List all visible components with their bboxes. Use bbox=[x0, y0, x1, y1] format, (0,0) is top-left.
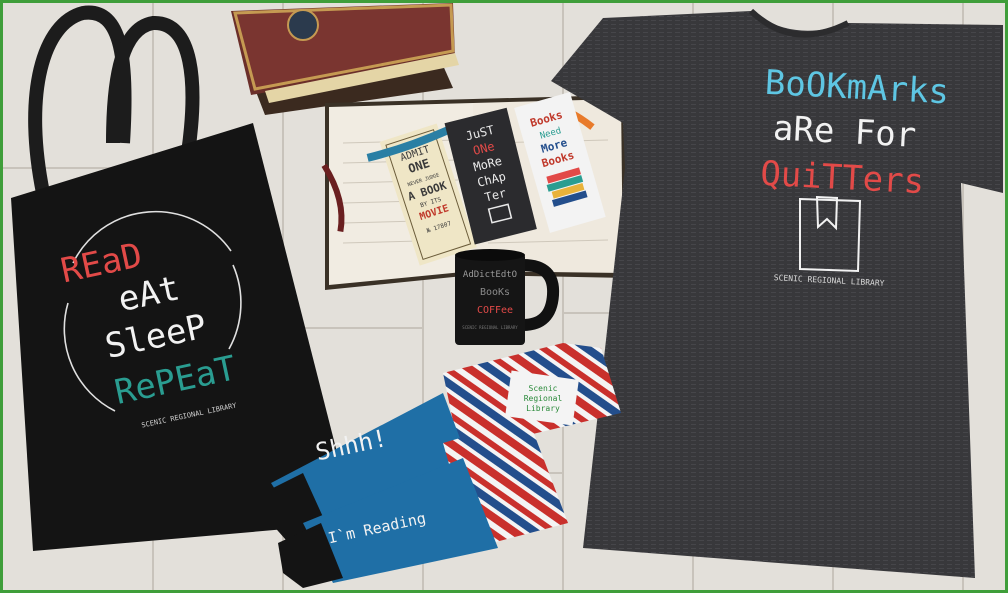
svg-text:QuiTTers: QuiTTers bbox=[759, 154, 925, 203]
svg-text:COFFee: COFFee bbox=[477, 305, 513, 316]
product-photo: ADMIT ONE NEVER JUDGE A BOOK BY ITS MOVI… bbox=[3, 3, 1005, 590]
photo-frame: ADMIT ONE NEVER JUDGE A BOOK BY ITS MOVI… bbox=[0, 0, 1008, 593]
svg-text:BooKs: BooKs bbox=[480, 287, 510, 298]
svg-text:Regional: Regional bbox=[524, 394, 563, 403]
svg-text:aRe For: aRe For bbox=[772, 108, 917, 155]
svg-text:Library: Library bbox=[526, 404, 560, 413]
t-shirt: BoOKmArks aRe For QuiTTers SCENIC REGION… bbox=[551, 8, 1003, 578]
svg-text:AdDictEdtO: AdDictEdtO bbox=[463, 270, 517, 280]
svg-text:Scenic: Scenic bbox=[529, 384, 558, 393]
svg-text:SCENIC REGIONAL LIBRARY: SCENIC REGIONAL LIBRARY bbox=[462, 325, 518, 330]
